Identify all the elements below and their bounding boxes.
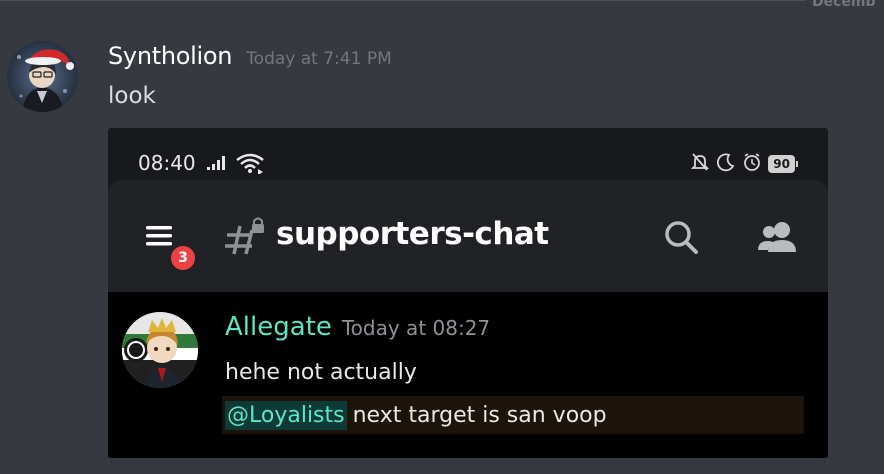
inner-timestamp: Today at 08:27 (341, 316, 491, 340)
status-icons: 90 (690, 152, 798, 176)
status-time: 08:40 (138, 151, 196, 175)
locked-channel-icon (222, 216, 268, 262)
author-name[interactable]: Syntholion (108, 42, 232, 70)
mute-icon (690, 152, 710, 176)
role-mention[interactable]: @Loyalists (225, 400, 347, 430)
date-divider-label: Decemb (812, 0, 876, 10)
inner-author-name[interactable]: Allegate (225, 312, 332, 342)
image-attachment[interactable]: 08:40 90 3 supporters-chat Allegate Toda… (108, 128, 828, 458)
moon-icon (716, 152, 736, 176)
chat-area: Allegate Today at 08:27 hehe not actuall… (108, 292, 828, 458)
chat-view: Decemb Syntholion Today at 7:41 PM look … (0, 0, 884, 474)
inner-message-line-2: next target is san voop (352, 402, 607, 428)
search-icon[interactable] (662, 218, 702, 258)
channel-name: supporters-chat (276, 216, 549, 252)
inner-message-header: Allegate Today at 08:27 (225, 312, 490, 342)
inner-message-line-1: hehe not actually (225, 360, 417, 385)
battery-icon: 90 (768, 155, 795, 173)
message-text: look (108, 83, 156, 109)
battery-cap (796, 161, 798, 167)
inner-author-avatar[interactable] (122, 312, 198, 388)
phone-status-bar: 08:40 90 (108, 128, 828, 178)
message-header: Syntholion Today at 7:41 PM (108, 42, 392, 74)
mention-highlight-row: @Loyalists next target is san voop (222, 396, 804, 434)
alarm-icon (742, 152, 762, 176)
unread-badge: 3 (168, 243, 198, 273)
members-icon[interactable] (756, 218, 802, 258)
message-timestamp: Today at 7:41 PM (246, 49, 392, 69)
signal-icon (206, 155, 230, 175)
author-avatar[interactable] (7, 41, 78, 112)
wifi-icon (235, 152, 265, 178)
date-divider-line (0, 0, 806, 1)
